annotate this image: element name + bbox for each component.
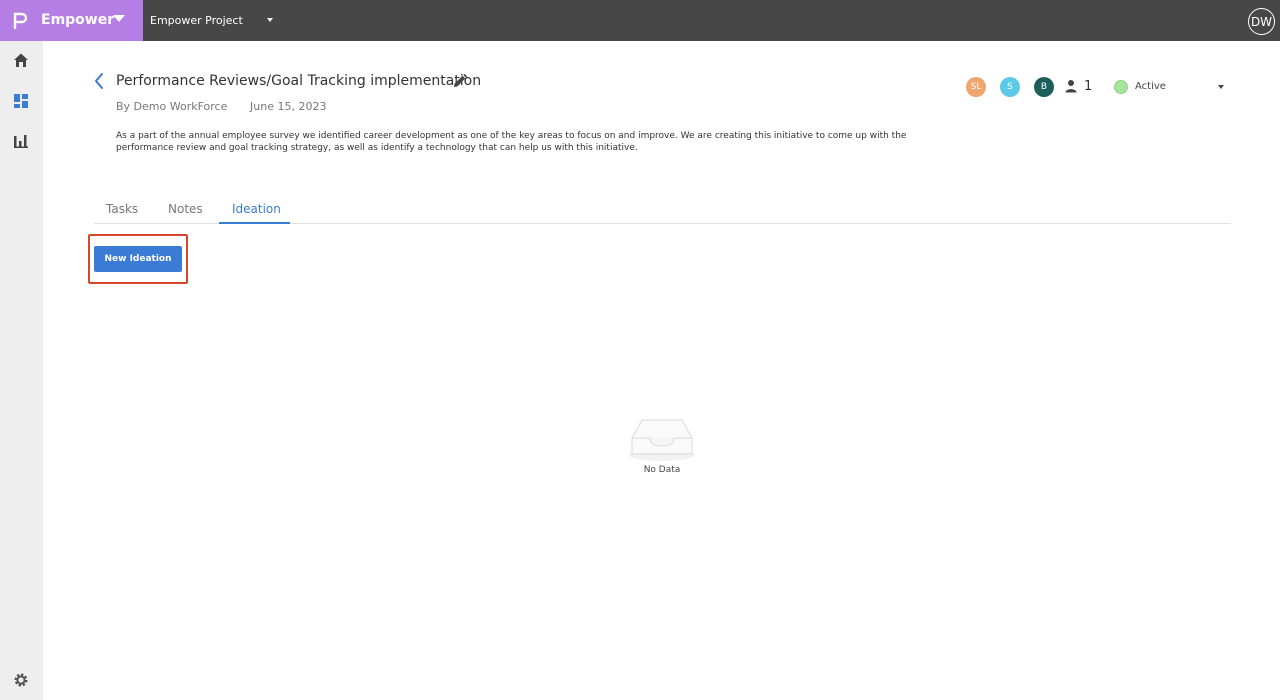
user-avatar[interactable]: DW <box>1248 8 1275 35</box>
tab-notes[interactable]: Notes <box>168 202 203 216</box>
author-byline: By Demo WorkForce <box>116 100 228 113</box>
status-dropdown[interactable]: Active <box>1135 81 1166 92</box>
initiative-description: As a part of the annual employee survey … <box>116 131 907 153</box>
member-avatar[interactable]: SL <box>966 77 986 97</box>
dashboard-icon[interactable] <box>12 92 30 110</box>
bar-chart-icon[interactable] <box>12 132 30 150</box>
brand-logo-icon <box>13 12 28 30</box>
project-caret-icon[interactable] <box>267 18 273 22</box>
member-avatar[interactable]: S <box>1000 77 1020 97</box>
pencil-icon[interactable] <box>452 73 468 89</box>
person-icon[interactable] <box>1064 79 1078 93</box>
status-indicator <box>1114 80 1128 94</box>
tab-tasks[interactable]: Tasks <box>106 202 138 216</box>
empty-state-text: No Data <box>643 465 681 475</box>
tab-ideation[interactable]: Ideation <box>232 202 281 216</box>
member-count[interactable]: 1 <box>1084 79 1092 94</box>
new-ideation-button[interactable]: New Ideation <box>94 246 182 272</box>
page-title: Performance Reviews/Goal Tracking implem… <box>116 73 482 89</box>
brand-caret-icon <box>113 15 125 22</box>
active-tab-indicator <box>219 222 290 224</box>
project-selector[interactable]: Empower Project <box>150 14 243 27</box>
member-avatar[interactable]: B <box>1034 77 1054 97</box>
empty-inbox-icon <box>629 419 695 461</box>
top-bar: Empower Empower Project DW <box>0 0 1280 41</box>
status-caret-icon[interactable] <box>1218 85 1224 89</box>
back-arrow-icon[interactable] <box>92 72 106 90</box>
brand-switcher[interactable]: Empower <box>0 0 143 41</box>
tab-bar: Tasks Notes Ideation <box>94 195 1231 224</box>
gear-icon[interactable] <box>12 671 30 689</box>
brand-name: Empower <box>41 12 115 28</box>
created-date: June 15, 2023 <box>250 100 327 113</box>
home-icon[interactable] <box>12 51 30 69</box>
sidebar <box>0 41 43 700</box>
